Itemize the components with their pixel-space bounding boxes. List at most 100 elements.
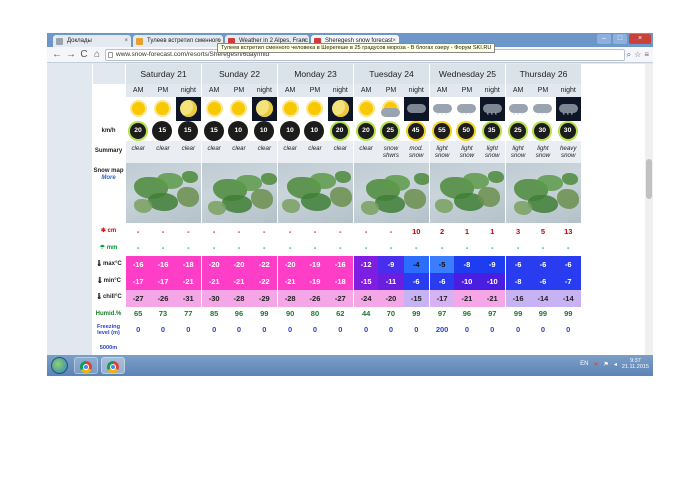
max_c-cell: -5: [428, 256, 455, 273]
snow-cloud-icon: [432, 104, 452, 113]
period-cell: night: [327, 84, 353, 97]
day-header: Thursday 26: [505, 64, 581, 84]
volume-icon[interactable]: ◂: [614, 361, 617, 368]
search-icon[interactable]: ⌕: [627, 50, 631, 60]
map-landmass: [301, 193, 331, 211]
minimize-icon[interactable]: –: [597, 34, 611, 44]
clock[interactable]: 9:37 21.11.2015: [622, 358, 649, 370]
summary-cell: clear: [276, 141, 303, 163]
chill_c-cell: -27: [125, 290, 151, 307]
wind-cell: 50: [454, 121, 480, 141]
freezing_level-cell: 0: [540, 325, 545, 334]
period-cell: AM: [276, 84, 303, 97]
snow_cm-cell: -: [187, 227, 190, 236]
rain_mm-cell: -: [541, 243, 545, 252]
reload-button[interactable]: C: [78, 49, 90, 61]
wind-arrow-icon: 20: [331, 123, 348, 139]
period-cell: PM: [530, 84, 556, 97]
min_c-cell: -6: [530, 273, 556, 290]
tab-tuleev[interactable]: Тулеев встретил сменного ×: [133, 35, 223, 47]
wind-cell: 25: [504, 121, 531, 141]
scrollbar-thumb[interactable]: [646, 159, 652, 199]
summary-cell: clear: [226, 141, 252, 163]
map-landmass: [182, 171, 198, 183]
network-icon[interactable]: ✕: [593, 361, 598, 368]
snow_cm-cell: -: [352, 223, 378, 240]
weather-cell: [150, 97, 176, 121]
map-landmass: [251, 189, 273, 209]
snow-map-thumbnail[interactable]: [125, 163, 201, 223]
wind-arrow-icon: 50: [458, 123, 475, 139]
rain_mm-cell: -: [491, 243, 494, 252]
snowflake-icon: * * *: [562, 113, 573, 119]
snow-cloud-icon: [457, 104, 477, 113]
max_c-cell: -16: [327, 256, 353, 273]
min-row-label: 🌡min°C: [92, 278, 125, 285]
chill-temp-row: -27 -26 -31 -30 -28 -29 -28 -26 -27 -24 -20 -15 -17-…: [125, 290, 645, 307]
close-window-icon[interactable]: ×: [629, 34, 651, 44]
menu-icon[interactable]: ≡: [644, 50, 649, 60]
min_c-cell: -17: [125, 273, 151, 290]
humidity-cell: 96: [234, 309, 244, 318]
rain_mm-cell: -: [465, 243, 469, 252]
chrome-icon: [80, 361, 92, 373]
taskbar-chrome-icon[interactable]: [74, 357, 98, 374]
star-icon[interactable]: ☆: [634, 50, 641, 60]
tab-reports[interactable]: Доклады ×: [53, 35, 131, 47]
freezing_level-cell: 0: [160, 325, 166, 334]
wind-arrow-icon: 10: [255, 123, 272, 139]
min_c-cell: -18: [327, 273, 353, 290]
back-button[interactable]: ←: [51, 49, 63, 61]
summary-cell: clear: [251, 141, 277, 163]
freezing_level-cell: 0: [352, 322, 378, 338]
min_c-cell: -21: [226, 273, 252, 290]
period-cell: AM: [504, 84, 531, 97]
system-tray: EN ✕ ⚑ ◂ 9:37 21.11.2015: [580, 358, 649, 370]
weather-cell: [327, 97, 353, 121]
snow-map-thumbnail[interactable]: [277, 163, 353, 223]
snow-map-thumbnail[interactable]: [429, 163, 505, 223]
min_c-cell: -8: [504, 273, 531, 290]
summary-cell: clear: [175, 141, 201, 163]
maximize-icon[interactable]: □: [613, 34, 627, 44]
snow_cm-cell: 3: [504, 223, 530, 240]
summary-row: clear clear clear clear clear clear clear clear…: [125, 141, 645, 163]
snow-map-thumbnail[interactable]: [201, 163, 277, 223]
forward-button[interactable]: →: [65, 49, 77, 61]
map-landmass: [177, 187, 199, 207]
taskbar-chrome-active-icon[interactable]: [101, 357, 125, 374]
wind-arrow-icon: 15: [179, 123, 196, 139]
wind-arrow-icon: 30: [559, 123, 576, 139]
wind-row-label: km/h: [101, 128, 116, 134]
snowmap-more-link[interactable]: More: [92, 175, 125, 182]
max_c-cell: -6: [504, 256, 531, 273]
wind-arrow-icon: 55: [433, 123, 450, 139]
max_c-cell: -9: [479, 256, 505, 273]
thermometer-icon: 🌡: [95, 278, 104, 284]
map-landmass: [208, 201, 226, 215]
weather-cell: [251, 97, 277, 121]
snow-cloud-icon: [533, 104, 553, 113]
wind-cell: 10: [276, 121, 303, 141]
start-button[interactable]: [51, 357, 68, 374]
min_c-cell: -22: [251, 273, 277, 290]
freezing-level-row: 0 0 0 0 0 0 0 0 0 0 0 0 200 0 0 0 0 0: [125, 322, 645, 338]
vertical-scrollbar[interactable]: [645, 64, 653, 355]
freezing_level-cell: 0: [276, 322, 302, 338]
weather-cell: [403, 97, 429, 121]
day-header: Sunday 22: [201, 64, 277, 84]
rain-unit: mm: [106, 245, 118, 251]
snow-map-thumbnail[interactable]: [505, 163, 581, 223]
min_c-cell: -11: [378, 273, 404, 290]
summary-cell: light snow: [454, 141, 480, 163]
home-button[interactable]: ⌂: [91, 49, 103, 61]
rain-row: ------------------: [125, 240, 645, 256]
freezing_level-cell: 0: [414, 325, 419, 334]
close-icon[interactable]: ×: [124, 35, 128, 47]
snow_cm-cell: -: [339, 227, 342, 236]
language-indicator[interactable]: EN: [580, 361, 588, 367]
snow-map-thumbnail[interactable]: [353, 163, 429, 223]
flag-icon[interactable]: ⚑: [603, 361, 608, 368]
weather-cell: [276, 97, 303, 121]
snow-row-label: ✻ cm: [92, 228, 125, 235]
